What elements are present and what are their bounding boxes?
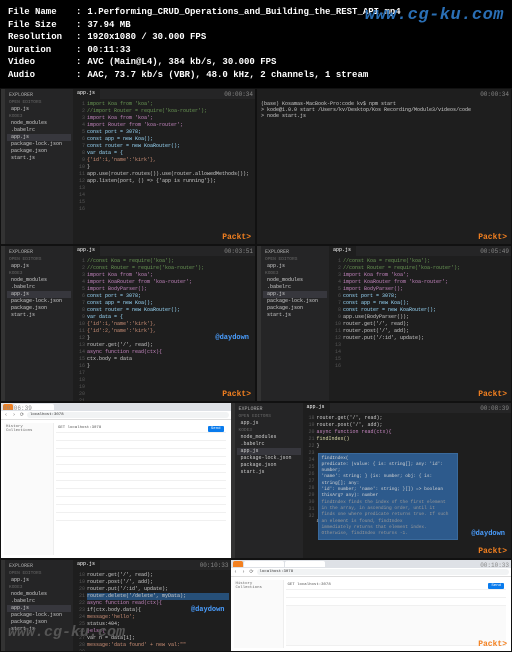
- postman-browser[interactable]: ‹ › ⟳ localhost:3078 History Collections…: [231, 560, 512, 651]
- forward-icon[interactable]: ›: [241, 569, 247, 575]
- postman-main[interactable]: GET localhost:3078Send: [54, 423, 228, 523]
- url-input[interactable]: localhost:3078: [27, 412, 229, 418]
- postman-browser[interactable]: ‹ › ⟳ localhost:3078 History Collections…: [1, 403, 231, 558]
- timestamp: 00:00:34: [224, 91, 253, 98]
- duration-label: Duration: [8, 44, 76, 57]
- reload-icon[interactable]: ⟳: [249, 569, 255, 575]
- bottom-watermark: www.cg-ku.com: [8, 624, 125, 641]
- editor-tab[interactable]: app.js: [73, 89, 100, 99]
- send-button[interactable]: Send: [488, 583, 504, 589]
- file-size-value: 37.94 MB: [87, 19, 130, 32]
- duration-value: 00:11:33: [87, 44, 130, 57]
- line-numbers: 12345678910111213141516: [73, 101, 85, 213]
- resolution-value: 1920x1080 / 30.000 FPS: [87, 31, 206, 44]
- sidebar-item[interactable]: app.js: [7, 106, 71, 113]
- explorer-sidebar[interactable]: EXPLORER OPEN EDITORS app.js KODE3 node_…: [5, 246, 73, 401]
- code-editor[interactable]: app.js 123456789101112131415161718192021…: [73, 246, 255, 401]
- video-label: Video: [8, 56, 76, 69]
- sidebar-item[interactable]: app.js: [7, 134, 71, 141]
- timestamp: 00:03:51: [224, 248, 253, 255]
- explorer-sidebar[interactable]: EXPLORER OPEN EDITORS app.js KODE3 node_…: [261, 246, 329, 401]
- sidebar-item[interactable]: start.js: [7, 155, 71, 162]
- top-watermark: www.cg-ku.com: [365, 6, 504, 25]
- send-button[interactable]: Send: [208, 426, 224, 432]
- code-editor[interactable]: app.js 12345678910111213141516 //const K…: [329, 246, 511, 401]
- address-bar[interactable]: ‹ › ⟳ localhost:3078: [1, 411, 231, 420]
- timestamp: 00:00:34: [480, 91, 509, 98]
- packt-logo: Packt>: [478, 390, 507, 399]
- file-name-label: File Name: [8, 6, 76, 19]
- video-value: AVC (Main@L4), 384 kb/s, 30.000 FPS: [87, 56, 276, 69]
- url-input[interactable]: localhost:3078: [257, 569, 510, 575]
- pane-3: EXPLORER OPEN EDITORS app.js KODE3 node_…: [0, 245, 256, 402]
- resolution-label: Resolution: [8, 31, 76, 44]
- reload-icon[interactable]: ⟳: [19, 412, 25, 418]
- sidebar-item[interactable]: package-lock.json: [7, 141, 71, 148]
- postman-sidebar[interactable]: History Collections: [4, 423, 54, 555]
- back-icon[interactable]: ‹: [3, 412, 9, 418]
- pane-4: EXPLORER OPEN EDITORS app.js KODE3 node_…: [256, 245, 512, 402]
- timestamp: 00:05:49: [480, 248, 509, 255]
- packt-logo: Packt>: [222, 390, 251, 399]
- audio-value: AAC, 73.7 kb/s (VBR), 48.0 kHz, 2 channe…: [87, 69, 368, 82]
- terminal[interactable]: (base) Kosamas-MacBook-Pro:code kv$ npm …: [257, 89, 511, 244]
- forward-icon[interactable]: ›: [11, 412, 17, 418]
- audio-label: Audio: [8, 69, 76, 82]
- screenshot-grid: EXPLORER OPEN EDITORS app.js KODE3 node_…: [0, 88, 512, 652]
- sidebar-item[interactable]: .babelrc: [7, 127, 71, 134]
- pane-5: ‹ › ⟳ localhost:3078 History Collections…: [0, 402, 512, 559]
- back-icon[interactable]: ‹: [233, 569, 239, 575]
- packt-logo: Packt>: [222, 233, 251, 242]
- intellisense-tooltip: findIndex( predicate: (value: { is: stri…: [318, 453, 458, 541]
- sidebar-item[interactable]: package.json: [7, 148, 71, 155]
- code-editor[interactable]: app.js 12345678910111213141516 import Ko…: [73, 89, 255, 244]
- file-name-value: 1.Performing_CRUD_Operations_and_Buildin…: [87, 6, 400, 19]
- explorer-sidebar[interactable]: EXPLORER OPEN EDITORS app.js KODE3 node_…: [5, 89, 73, 244]
- file-size-label: File Size: [8, 19, 76, 32]
- packt-logo: Packt>: [478, 233, 507, 242]
- pane-1: EXPLORER OPEN EDITORS app.js KODE3 node_…: [0, 88, 256, 245]
- daydown-watermark: @daydown: [215, 334, 249, 342]
- sidebar-item[interactable]: node_modules: [7, 120, 71, 127]
- pane-2: (base) Kosamas-MacBook-Pro:code kv$ npm …: [256, 88, 512, 245]
